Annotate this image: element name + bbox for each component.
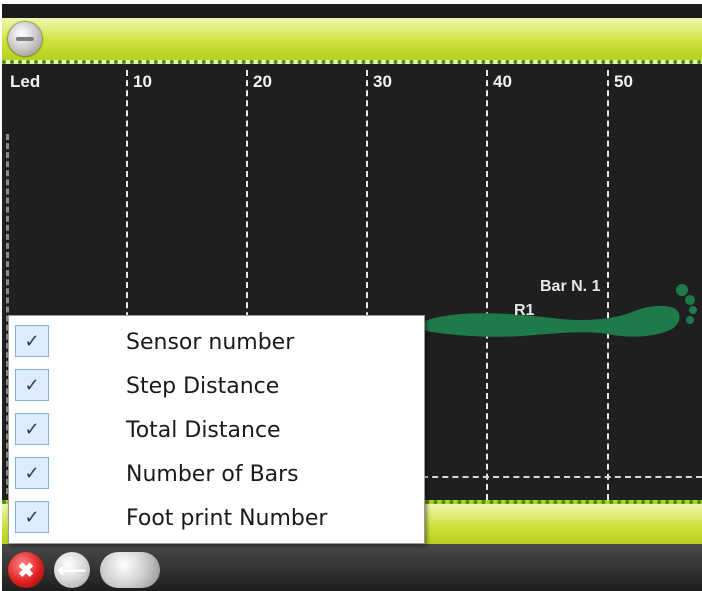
top-toolbar [2, 18, 702, 64]
menu-item-label: Number of Bars [126, 462, 299, 487]
display-options-menu: ✓ Sensor number ✓ Step Distance ✓ Total … [8, 315, 425, 544]
tick-label: 50 [614, 72, 633, 91]
checkmark-icon[interactable]: ✓ [15, 369, 49, 401]
arrow-left-icon[interactable]: ⟵ [54, 552, 90, 588]
menu-item-step-distance[interactable]: ✓ Step Distance [9, 363, 424, 407]
menu-item-label: Step Distance [126, 374, 280, 399]
minus-icon[interactable] [8, 22, 42, 56]
bar-label: Bar N. 1 [540, 278, 601, 295]
menu-item-sensor-number[interactable]: ✓ Sensor number [9, 319, 424, 363]
menu-item-label: Sensor number [126, 330, 295, 355]
menu-item-label: Total Distance [126, 418, 281, 443]
tick-label: 30 [373, 72, 392, 91]
menu-item-total-distance[interactable]: ✓ Total Distance [9, 407, 424, 451]
checkmark-icon[interactable]: ✓ [15, 413, 49, 445]
row-label: Led [10, 72, 41, 91]
checkmark-icon[interactable]: ✓ [15, 325, 49, 357]
tick-label: 20 [253, 72, 272, 91]
tick-label: 10 [133, 72, 152, 91]
baseline-dashed [422, 476, 702, 478]
checkmark-icon[interactable]: ✓ [15, 457, 49, 489]
menu-item-number-of-bars[interactable]: ✓ Number of Bars [9, 451, 424, 495]
app-window: Led 10 20 30 40 50 Bar N. 1 R1 ✖ ⟵ ✓ Sen… [2, 4, 702, 591]
footprint-label: R1 [514, 302, 535, 319]
menu-item-foot-print-number[interactable]: ✓ Foot print Number [9, 495, 424, 539]
blank-button-icon[interactable] [100, 552, 160, 588]
checkmark-icon[interactable]: ✓ [15, 501, 49, 533]
status-bar: ✖ ⟵ [2, 544, 702, 591]
menu-item-label: Foot print Number [126, 506, 328, 531]
tick-label: 40 [493, 72, 512, 91]
close-icon[interactable]: ✖ [8, 552, 44, 588]
